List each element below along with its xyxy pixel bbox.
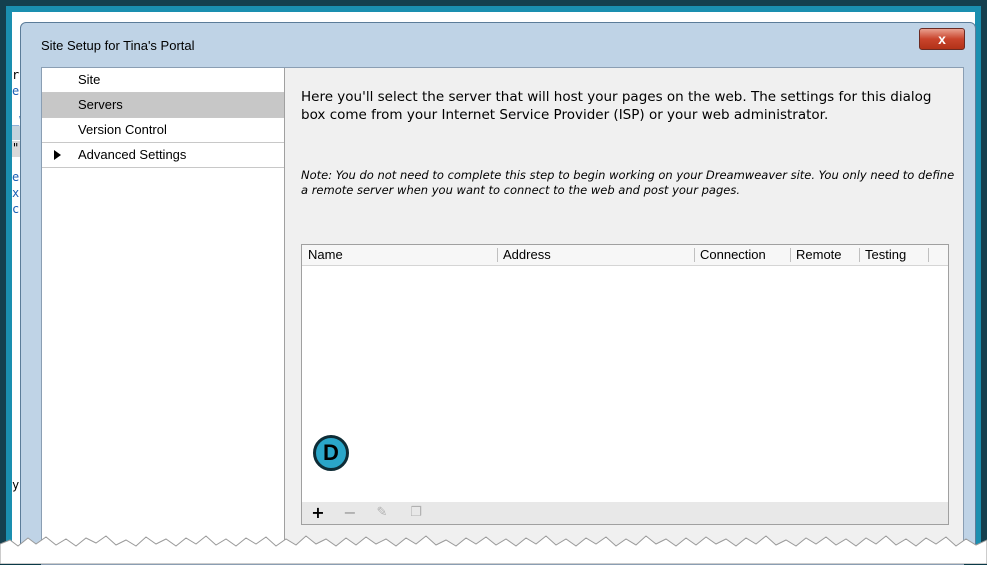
sidebar-item-label: Advanced Settings [78,147,187,162]
sidebar-item-servers[interactable]: Servers [42,93,284,118]
column-divider[interactable] [859,248,860,262]
column-divider[interactable] [694,248,695,262]
server-list-toolbar: + − ✎ ❐ [301,502,949,525]
servers-panel: Here you'll select the server that will … [285,68,963,564]
column-header-connection[interactable]: Connection [700,247,766,262]
sidebar-item-label: Servers [78,97,123,112]
column-header-address[interactable]: Address [503,247,551,262]
pencil-icon[interactable]: ✎ [374,502,390,524]
sidebar-item-site[interactable]: Site [42,68,284,93]
dialog-client-area: Site Servers Version Control Advanced Se… [41,67,964,565]
table-header: Name Address Connection Remote Testing [302,245,948,266]
column-divider[interactable] [928,248,929,262]
callout-badge: D [313,435,349,471]
torn-edge [0,535,987,564]
column-header-remote[interactable]: Remote [796,247,842,262]
minus-icon[interactable]: − [342,502,358,524]
plus-icon[interactable]: + [310,502,326,524]
column-header-name[interactable]: Name [308,247,343,262]
column-divider[interactable] [790,248,791,262]
expand-arrow-icon[interactable] [54,150,61,160]
site-setup-dialog: Site Setup for Tina's Portal x Site Serv… [20,22,976,565]
servers-intro-text: Here you'll select the server that will … [301,89,932,123]
code-line: y [12,478,20,492]
code-line: " [12,141,20,155]
servers-note-text: Note: You do not need to complete this s… [301,168,955,197]
sidebar-item-advanced-settings[interactable]: Advanced Settings [42,143,284,168]
dialog-titlebar[interactable]: Site Setup for Tina's Portal x [21,23,975,61]
sidebar-item-version-control[interactable]: Version Control [42,118,284,143]
sidebar-item-label: Version Control [78,122,167,137]
column-header-testing[interactable]: Testing [865,247,906,262]
close-button[interactable]: x [919,28,965,50]
settings-sidebar: Site Servers Version Control Advanced Se… [42,68,285,564]
duplicate-icon[interactable]: ❐ [408,502,424,524]
column-divider[interactable] [497,248,498,262]
sidebar-item-label: Site [78,72,101,87]
server-list-table[interactable]: Name Address Connection Remote Testing [301,244,949,503]
dialog-title: Site Setup for Tina's Portal [41,38,195,53]
